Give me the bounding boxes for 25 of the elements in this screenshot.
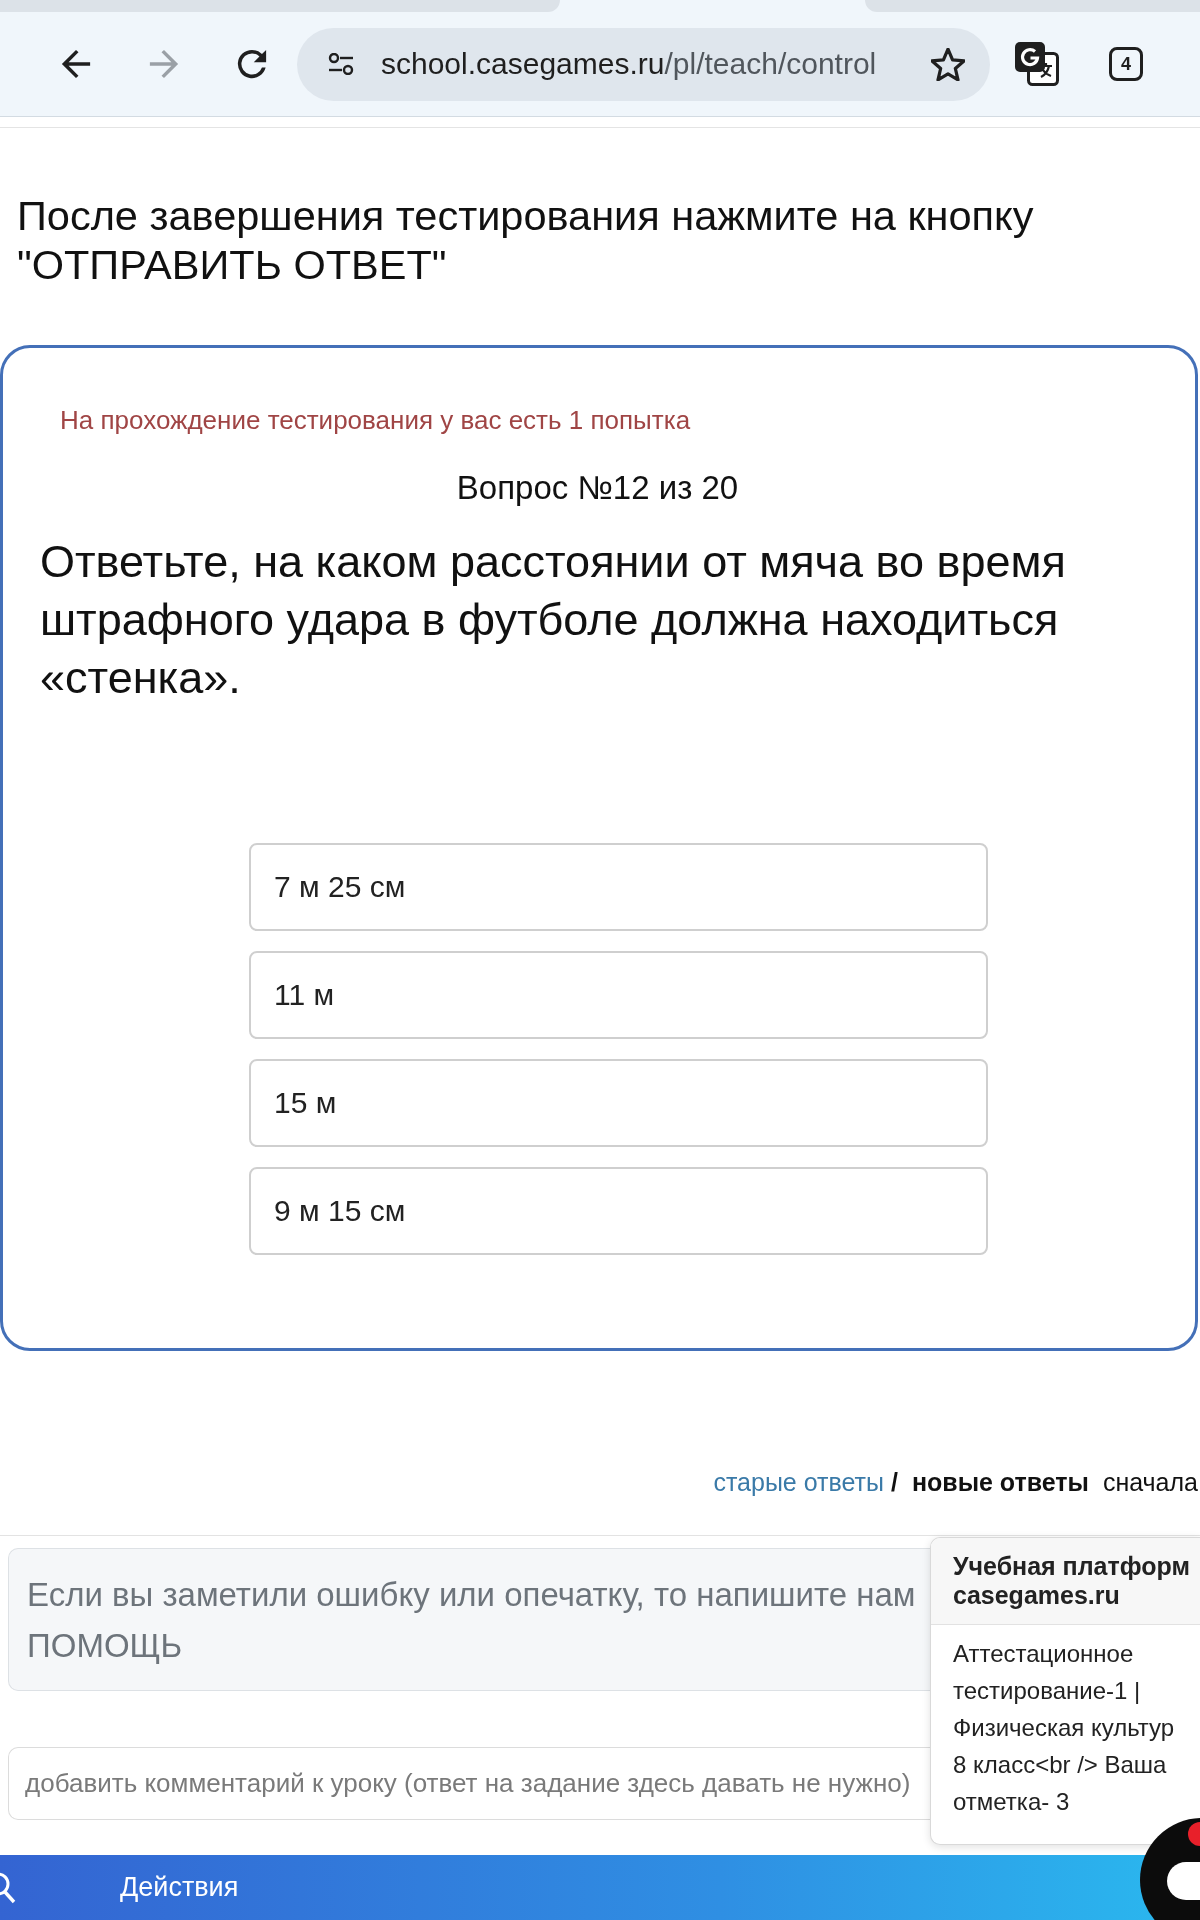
notice-text: Если вы заметили ошибку или опечатку, то напишите нам ПОМОЩЬ <box>27 1575 916 1666</box>
reload-icon <box>237 49 267 79</box>
actions-label[interactable]: Действия <box>120 1872 239 1903</box>
question-text: Ответьте, на каком расстоянии от мяча во время штрафного удара в футболе должна находиться «стенка». <box>40 535 1067 705</box>
question-number: Вопрос №12 из 20 <box>455 469 740 507</box>
instruction-text: После завершения тестирования нажмите на кнопку "ОТПРАВИТЬ ОТВЕТ" <box>17 191 1035 289</box>
answer-option[interactable]: 7 м 25 см <box>249 843 988 931</box>
attempts-note: На прохождение тестирования у вас есть 1 попытка <box>60 404 692 436</box>
answer-option[interactable]: 11 м <box>249 951 988 1039</box>
sort-option[interactable]: новые ответы <box>911 1468 1089 1496</box>
answer-option[interactable]: 15 м <box>249 1059 988 1147</box>
tab-count-button[interactable]: 4 <box>1109 47 1143 81</box>
translate-icon[interactable] <box>1015 42 1059 86</box>
separator-text: / <box>891 1468 898 1496</box>
notification-title: Учебная платформ casegames.ru <box>953 1552 1190 1610</box>
answer-option[interactable]: 9 м 15 см <box>249 1167 988 1255</box>
address-bar[interactable]: school.casegames.ru/pl/teach/control <box>297 27 990 101</box>
bookmark-star-icon[interactable] <box>931 47 965 81</box>
chat-widget-icon[interactable] <box>1140 1818 1200 1920</box>
url-text: school.casegames.ru/pl/teach/control <box>381 47 877 81</box>
sort-suffix-text: сначала <box>1102 1468 1198 1496</box>
site-settings-icon[interactable] <box>328 53 354 75</box>
sort-link[interactable]: старые ответы <box>713 1468 884 1496</box>
right-arrow-icon <box>149 49 179 79</box>
left-arrow-icon <box>61 49 91 79</box>
